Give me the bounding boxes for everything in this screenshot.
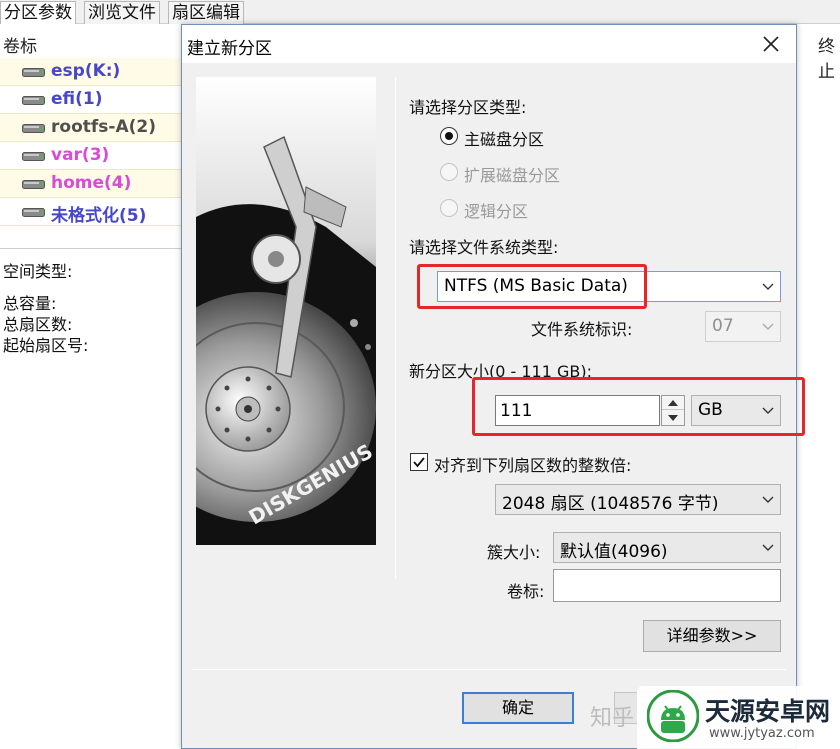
partition-disk-icon <box>22 68 45 77</box>
volume-label-field[interactable] <box>554 570 780 601</box>
chevron-down-icon <box>762 496 774 503</box>
highlight-box-fs-type <box>417 264 647 309</box>
partition-row[interactable]: esp(K:) <box>0 58 182 86</box>
volume-label-input[interactable] <box>553 569 781 602</box>
start-sector-label: 起始扇区号: <box>3 336 89 355</box>
partition-list: esp(K:) efi(1) rootfs-A(2) var(3) home(4… <box>0 58 182 226</box>
align-checkbox[interactable] <box>410 453 428 471</box>
partition-label: rootfs-A(2) <box>51 117 156 137</box>
dialog-titlebar[interactable]: 建立新分区 <box>182 25 796 63</box>
partition-label: var(3) <box>51 145 110 165</box>
partition-disk-icon <box>22 124 45 133</box>
partition-row[interactable]: 未格式化(5) <box>0 198 182 226</box>
align-sectors-value: 2048 扇区 (1048576 字节) <box>502 494 719 514</box>
radio-extended-partition-label[interactable]: 扩展磁盘分区 <box>464 162 560 186</box>
partition-row[interactable]: rootfs-A(2) <box>0 114 182 142</box>
partition-row[interactable]: var(3) <box>0 142 182 170</box>
align-label[interactable]: 对齐到下列扇区数的整数倍: <box>434 452 631 476</box>
column-header-volume[interactable]: 卷标 <box>3 32 37 57</box>
cluster-size-label: 簇大小: <box>487 543 541 562</box>
volume-label-label: 卷标: <box>507 582 545 601</box>
partition-label: home(4) <box>51 173 132 193</box>
tab-sector-editor[interactable]: 扇区编辑 <box>168 1 244 24</box>
partition-row[interactable]: home(4) <box>0 170 182 198</box>
tab-bar: 分区参数 浏览文件 扇区编辑 <box>0 0 840 24</box>
partition-type-heading: 请选择分区类型: <box>409 98 527 117</box>
radio-extended-partition[interactable] <box>440 163 458 181</box>
site-name-text: 天源安卓网 <box>705 697 831 726</box>
radio-logical-partition-label[interactable]: 逻辑分区 <box>464 198 528 222</box>
chevron-down-icon <box>762 544 774 551</box>
fs-type-heading: 请选择文件系统类型: <box>409 238 559 257</box>
partition-row[interactable]: efi(1) <box>0 86 182 114</box>
partition-disk-icon <box>22 180 45 189</box>
partition-label: efi(1) <box>51 89 103 109</box>
radio-primary-partition-label[interactable]: 主磁盘分区 <box>464 126 544 150</box>
site-url-text: www.jytyaz.com <box>709 726 815 741</box>
cluster-size-select[interactable]: 默认值(4096) <box>553 532 781 563</box>
tab-partition-params[interactable]: 分区参数 <box>0 1 76 24</box>
align-sectors-select[interactable]: 2048 扇区 (1048576 字节) <box>495 484 781 515</box>
info-divider <box>0 248 182 249</box>
chevron-down-icon <box>762 283 774 290</box>
tab-browse-files[interactable]: 浏览文件 <box>84 1 160 24</box>
android-logo-icon <box>646 689 700 743</box>
partition-label: 未格式化(5) <box>51 206 147 226</box>
fs-id-value: 07 <box>712 316 734 336</box>
column-header-end[interactable]: 终止 <box>818 32 840 82</box>
highlight-box-size <box>472 377 805 436</box>
chevron-down-icon <box>762 323 774 330</box>
partition-disk-icon <box>22 208 45 217</box>
partition-disk-icon <box>22 96 45 105</box>
partition-label: esp(K:) <box>51 61 121 81</box>
radio-selected-dot <box>445 132 453 140</box>
radio-logical-partition[interactable] <box>440 199 458 217</box>
dialog-vertical-divider <box>395 77 396 579</box>
fs-id-select[interactable]: 07 <box>705 311 781 342</box>
partition-disk-icon <box>22 152 45 161</box>
close-icon <box>763 36 779 52</box>
dialog-title: 建立新分区 <box>187 39 272 59</box>
zhihu-watermark: 知乎 <box>590 706 635 731</box>
ok-button[interactable]: 确定 <box>462 692 574 724</box>
fs-id-label: 文件系统标识: <box>531 320 633 339</box>
cluster-size-value: 默认值(4096) <box>560 542 668 562</box>
site-watermark-badge: 天源安卓网 www.jytyaz.com <box>637 686 840 749</box>
radio-primary-partition[interactable] <box>440 127 458 145</box>
details-button[interactable]: 详细参数>> <box>643 620 781 652</box>
close-button[interactable] <box>754 29 788 59</box>
hard-disk-illustration: DISKGENIUS <box>196 77 376 545</box>
space-type-label: 空间类型: <box>3 262 73 281</box>
checkmark-icon <box>413 457 425 468</box>
dialog-horizontal-divider <box>192 669 786 670</box>
